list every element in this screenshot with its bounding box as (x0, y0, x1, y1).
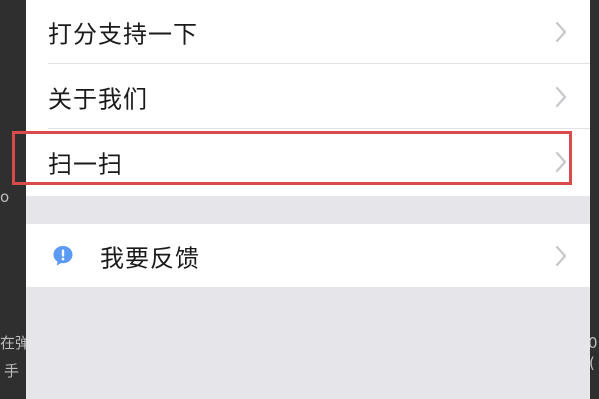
menu-item-scan[interactable]: 扫一扫 (26, 130, 590, 194)
menu-item-label: 关于我们 (48, 85, 148, 114)
chevron-right-icon (555, 245, 567, 266)
feedback-label: 我要反馈 (100, 244, 200, 272)
menu-item-feedback[interactable]: 我要反馈 (26, 224, 590, 287)
settings-menu-group: 打分支持一下 关于我们 扫一扫 (26, 0, 590, 196)
chevron-right-icon (555, 86, 567, 108)
feedback-group: 我要反馈 (26, 224, 590, 287)
chevron-right-icon (555, 151, 567, 173)
menu-item-rate-support[interactable]: 打分支持一下 (26, 0, 590, 64)
row-divider (48, 128, 590, 129)
menu-item-label: 打分支持一下 (48, 20, 198, 49)
background-text-fragment: o (0, 188, 10, 206)
chevron-right-icon (555, 21, 567, 43)
menu-item-about-us[interactable]: 关于我们 (26, 65, 590, 129)
row-divider (48, 63, 590, 64)
menu-item-label: 扫一扫 (48, 150, 123, 179)
background-text-fragment: 手 (4, 362, 20, 380)
settings-screen: 打分支持一下 关于我们 扫一扫 我要反馈 (26, 0, 590, 399)
speech-bubble-exclamation-icon (53, 245, 73, 266)
